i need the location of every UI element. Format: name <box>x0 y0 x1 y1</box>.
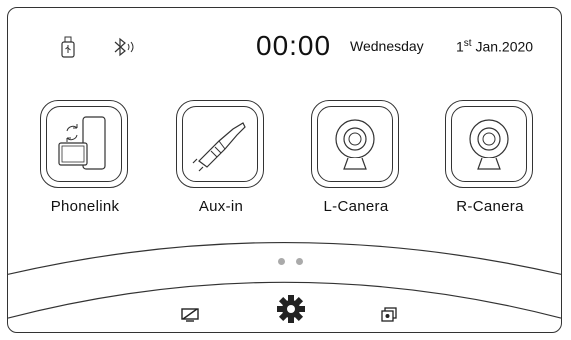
date-day: 1 <box>456 38 464 55</box>
app-grid: Phonelink Aux-in L-Canera R-Canera <box>8 100 561 240</box>
phonelink-icon <box>58 116 106 170</box>
screen-off-icon[interactable] <box>181 308 199 322</box>
app-tile-inner <box>182 106 258 182</box>
app-tile[interactable] <box>176 100 264 188</box>
app-label: R-Canera <box>456 198 524 215</box>
date-suffix: st <box>463 38 472 49</box>
app-tile-inner <box>46 106 122 182</box>
usb-icon <box>61 36 75 58</box>
app-tile[interactable] <box>445 100 533 188</box>
app-l-camera[interactable]: L-Canera <box>311 100 401 215</box>
app-tile-inner <box>451 106 527 182</box>
app-tile[interactable] <box>40 100 128 188</box>
bluetooth-icon <box>114 37 134 57</box>
date-month-year: Jan.2020 <box>471 38 534 55</box>
clock-time: 00:00 <box>256 30 332 61</box>
camera-icon <box>469 119 509 170</box>
page-indicator[interactable] <box>278 252 314 270</box>
app-label: Phonelink <box>50 198 120 215</box>
app-phonelink[interactable]: Phonelink <box>40 100 130 215</box>
home-screen: 00:00 Wednesday 1st Jan.2020 Phonelink A… <box>7 7 562 333</box>
aux-cable-icon <box>192 122 246 172</box>
page-dot[interactable] <box>278 258 285 265</box>
app-tile-inner <box>317 106 393 182</box>
app-r-camera[interactable]: R-Canera <box>445 100 535 215</box>
camera-icon <box>335 119 375 170</box>
gallery-icon[interactable] <box>381 307 397 323</box>
app-tile[interactable] <box>311 100 399 188</box>
app-label: Aux-in <box>198 198 244 215</box>
weekday-label: Wednesday <box>350 38 424 54</box>
app-aux-in[interactable]: Aux-in <box>176 100 266 215</box>
status-bar: 00:00 Wednesday 1st Jan.2020 <box>8 8 561 78</box>
app-label: L-Canera <box>323 198 389 215</box>
settings-gear-icon[interactable] <box>276 294 306 324</box>
date-label: 1st Jan.2020 <box>456 38 533 55</box>
page-dot[interactable] <box>296 258 303 265</box>
